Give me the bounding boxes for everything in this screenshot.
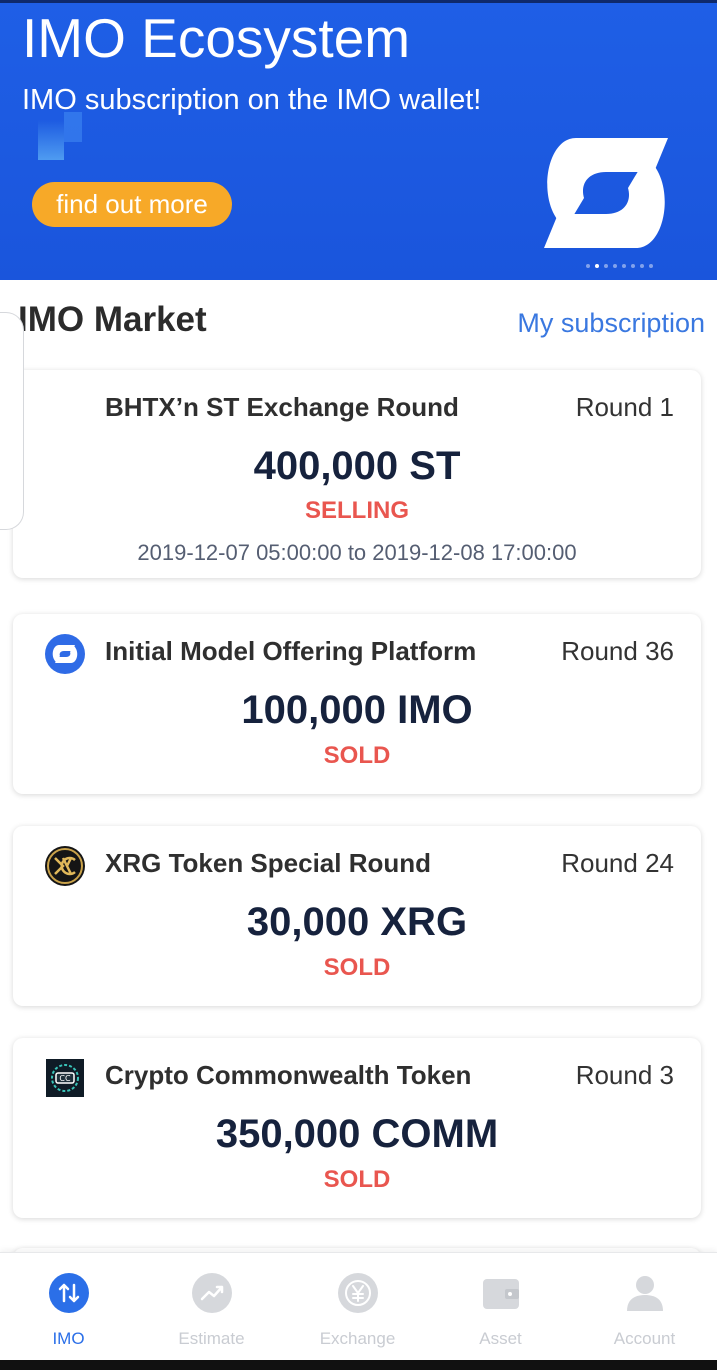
bottom-nav: IMO Estimate Exchange Asset Account — [0, 1252, 717, 1360]
offering-round: Round 1 — [575, 392, 674, 422]
find-out-more-button[interactable]: find out more — [32, 182, 232, 227]
offering-round: Round 3 — [575, 1060, 674, 1090]
nav-item-estimate[interactable]: Estimate — [140, 1253, 283, 1361]
nav-label: IMO — [52, 1329, 85, 1348]
offering-card[interactable]: XRG Token Special Round Round 24 30,000 … — [13, 826, 701, 1006]
offering-amount: 400,000 ST — [253, 444, 461, 488]
offering-period: 2019-12-07 05:00:00 to 2019-12-08 17:00:… — [137, 540, 577, 565]
nav-label: Asset — [479, 1329, 522, 1348]
offering-name: BHTX’n ST Exchange Round — [105, 392, 459, 422]
nav-item-exchange[interactable]: Exchange — [286, 1253, 429, 1361]
offering-card[interactable]: BHTX’n ST Exchange Round Round 1 400,000… — [13, 370, 701, 578]
carousel-dot[interactable] — [640, 264, 644, 268]
offering-amount: 100,000 IMO — [241, 688, 473, 732]
carousel-dot[interactable] — [604, 264, 608, 268]
xrg-logo-icon — [45, 846, 85, 886]
carousel-dot[interactable] — [649, 264, 653, 268]
comm-logo-icon: CC — [46, 1059, 84, 1097]
carousel-dot-active[interactable] — [595, 264, 599, 268]
offering-amount: 350,000 COMM — [215, 1112, 499, 1156]
imo-arrows-icon — [48, 1273, 89, 1313]
offering-round: Round 36 — [561, 636, 674, 666]
offering-name: Initial Model Offering Platform — [105, 636, 477, 666]
carousel-dots[interactable] — [586, 264, 653, 268]
system-bar — [0, 1360, 717, 1370]
nav-label: Account — [613, 1329, 676, 1348]
svg-text:CC: CC — [59, 1074, 71, 1083]
imo-logo-icon — [45, 634, 85, 674]
side-drawer-handle[interactable] — [0, 312, 24, 530]
banner-title: IMO Ecosystem — [22, 7, 411, 69]
trend-icon — [191, 1273, 232, 1313]
offering-name: Crypto Commonwealth Token — [105, 1060, 472, 1090]
promo-banner[interactable]: IMO Ecosystem IMO subscription on the IM… — [0, 0, 717, 280]
nav-item-account[interactable]: Account — [573, 1253, 716, 1361]
yen-coin-icon — [337, 1273, 378, 1313]
nav-item-asset[interactable]: Asset — [429, 1253, 572, 1361]
banner-decoration — [38, 120, 64, 160]
offering-card[interactable]: Initial Model Offering Platform Round 36… — [13, 614, 701, 794]
offering-amount: 30,000 XRG — [246, 900, 468, 944]
offering-status: SELLING — [304, 497, 409, 524]
section-title: IMO Market — [18, 300, 207, 339]
offering-name: XRG Token Special Round — [105, 848, 432, 878]
nav-label: Exchange — [319, 1329, 396, 1348]
offering-card[interactable]: CC Crypto Commonwealth Token Round 3 350… — [13, 1038, 701, 1218]
banner-subtitle: IMO subscription on the IMO wallet! — [22, 84, 482, 116]
carousel-dot[interactable] — [622, 264, 626, 268]
imo-logo-icon — [544, 138, 668, 248]
carousel-dot[interactable] — [613, 264, 617, 268]
offering-status: SOLD — [323, 954, 391, 981]
nav-label: Estimate — [178, 1329, 245, 1348]
person-icon — [626, 1276, 663, 1311]
offering-status: SOLD — [323, 742, 391, 769]
my-subscription-link[interactable]: My subscription — [517, 308, 705, 339]
status-strip — [0, 0, 717, 3]
carousel-dot[interactable] — [586, 264, 590, 268]
carousel-dot[interactable] — [631, 264, 635, 268]
wallet-icon — [482, 1279, 519, 1309]
offering-round: Round 24 — [561, 848, 674, 878]
nav-item-imo[interactable]: IMO — [0, 1253, 140, 1361]
offering-status: SOLD — [323, 1166, 391, 1193]
